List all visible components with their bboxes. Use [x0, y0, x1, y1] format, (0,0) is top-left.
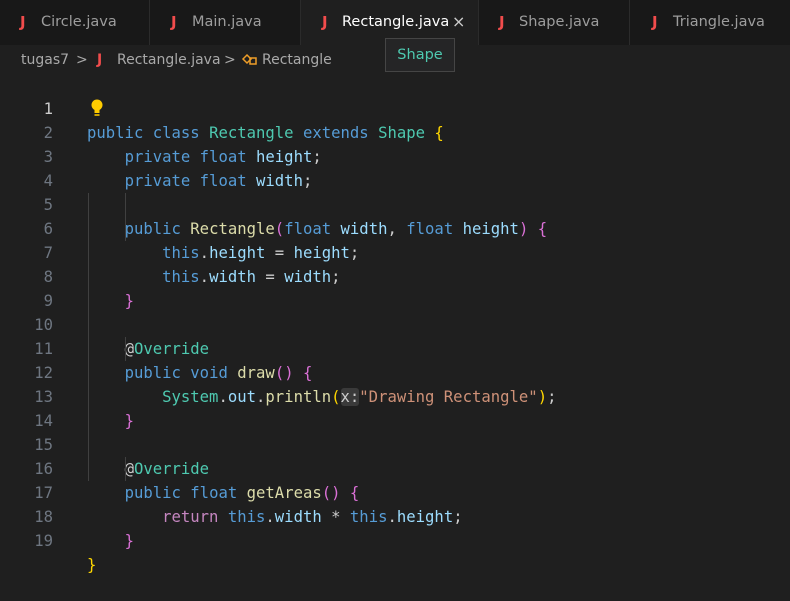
tab-label: Triangle.java	[673, 14, 765, 30]
tab-label: Circle.java	[41, 14, 117, 30]
code-line: 16 public float getAreas() {	[0, 433, 790, 502]
code-line: 4	[0, 145, 790, 190]
code-line: 17 return this.width * this.height;	[0, 457, 790, 526]
code-line: 14	[0, 385, 790, 430]
tab-label: Rectangle.java	[342, 14, 450, 30]
indent-guide	[88, 193, 89, 481]
java-file-icon: J	[499, 13, 505, 31]
breadcrumb-symbol[interactable]: Rectangle	[262, 52, 332, 68]
tab-triangle-java[interactable]: J Triangle.java	[630, 0, 790, 45]
java-file-icon: J	[652, 13, 658, 31]
code-line: 10 @Override	[0, 289, 790, 358]
code-line: 13 }	[0, 361, 790, 430]
tab-label: Main.java	[192, 14, 262, 30]
java-file-icon: J	[171, 13, 177, 31]
code-line: 2 private float height;	[0, 97, 790, 166]
code-line: 5 public Rectangle(float width, float he…	[0, 169, 790, 238]
class-symbol-icon	[240, 51, 258, 71]
breadcrumb-separator: >	[224, 52, 236, 68]
java-file-icon: J	[97, 52, 103, 68]
close-icon[interactable]: ×	[452, 12, 465, 31]
code-line: 19 }	[0, 505, 790, 574]
java-file-icon: J	[322, 13, 328, 31]
code-line: 11 public void draw() {	[0, 313, 790, 382]
line-number: 19	[34, 532, 53, 550]
code-text: }	[87, 556, 97, 574]
tab-main-java[interactable]: J Main.java	[150, 0, 301, 45]
breadcrumb-separator: >	[76, 52, 88, 68]
code-line: 18 }	[0, 481, 790, 550]
tab-circle-java[interactable]: J Circle.java	[0, 0, 150, 45]
lightbulb-icon[interactable]	[88, 98, 106, 118]
breadcrumb-file[interactable]: Rectangle.java	[117, 52, 221, 68]
tab-label: Shape.java	[519, 14, 600, 30]
code-line: 12 System.out.println(x:"Drawing Rectang…	[0, 337, 790, 406]
java-file-icon: J	[20, 13, 26, 31]
indent-guide	[125, 193, 126, 241]
code-line: 3 private float width;	[0, 121, 790, 190]
code-line: 7 this.width = width;	[0, 217, 790, 286]
code-line: 9	[0, 265, 790, 310]
code-line: 1 public class Rectangle extends Shape {	[0, 73, 790, 142]
breadcrumb-folder[interactable]: tugas7	[21, 52, 69, 68]
code-line: 6 this.height = height;	[0, 193, 790, 262]
indent-guide	[125, 457, 126, 481]
code-text: }	[124, 532, 134, 550]
code-line: 15 @Override	[0, 409, 790, 478]
indent-guide	[125, 337, 126, 361]
hover-tooltip: Shape	[385, 38, 455, 72]
code-line: 8 }	[0, 241, 790, 310]
tab-shape-java[interactable]: J Shape.java	[479, 0, 630, 45]
